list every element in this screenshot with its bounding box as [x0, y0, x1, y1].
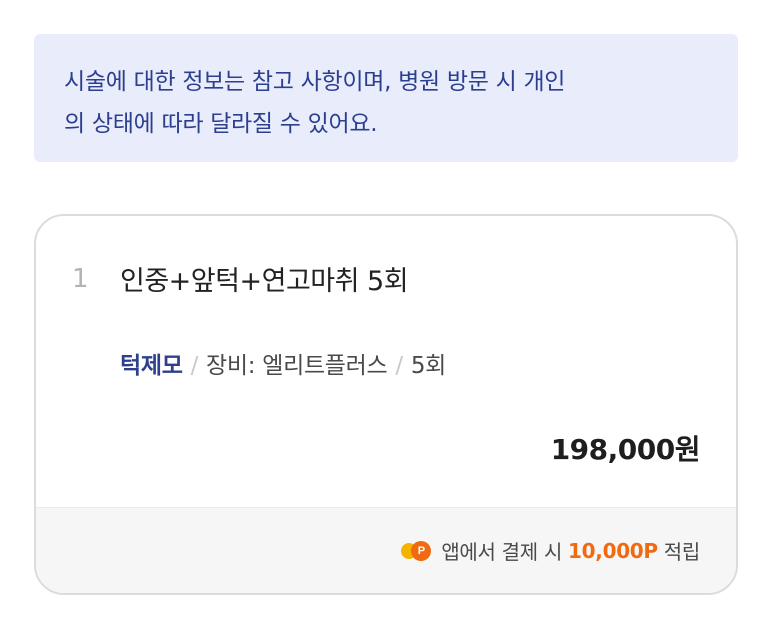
reward-suffix: 적립: [663, 540, 701, 564]
meta-separator: /: [190, 353, 199, 379]
meta-separator: /: [395, 353, 403, 379]
reward-info: P 앱에서 결제 시 10,000P 적립: [401, 536, 700, 565]
treatment-item-card[interactable]: 1 인중+앞턱+연고마취 5회 턱제모 / 장비: 엘리트플러스 / 5회 198,00…: [34, 214, 738, 595]
item-title-row: 1 인중+앞턱+연고마취 5회: [72, 259, 409, 298]
item-price: 198,000원: [550, 433, 701, 466]
info-notice: 시술에 대한 정보는 참고 사항이며, 병원 방문 시 개인의 상태에 따라 달…: [34, 34, 738, 162]
reward-amount: 10,000P: [568, 538, 658, 563]
reward-footer: P 앱에서 결제 시 10,000P 적립: [36, 507, 736, 593]
coin-front: P: [411, 540, 432, 561]
notice-text: 시술에 대한 정보는 참고 사항이며, 병원 방문 시 개인의 상태에 따라 달…: [64, 61, 708, 145]
item-index: 1: [72, 263, 89, 294]
item-equipment: 장비: 엘리트플러스: [206, 353, 388, 379]
point-coin-icon: P: [401, 540, 432, 561]
notice-line-1: 시술에 대한 정보는 참고 사항이며, 병원 방문 시 개인: [64, 69, 566, 95]
item-count: 5회: [410, 353, 447, 379]
item-title: 인중+앞턱+연고마취 5회: [120, 266, 409, 297]
item-brand: 턱제모: [120, 353, 183, 379]
notice-line-2: 의 상태에 따라 달라질 수 있어요.: [64, 111, 378, 137]
item-meta: 턱제모 / 장비: 엘리트플러스 / 5회: [120, 346, 446, 380]
reward-prefix: 앱에서 결제 시: [441, 540, 563, 564]
